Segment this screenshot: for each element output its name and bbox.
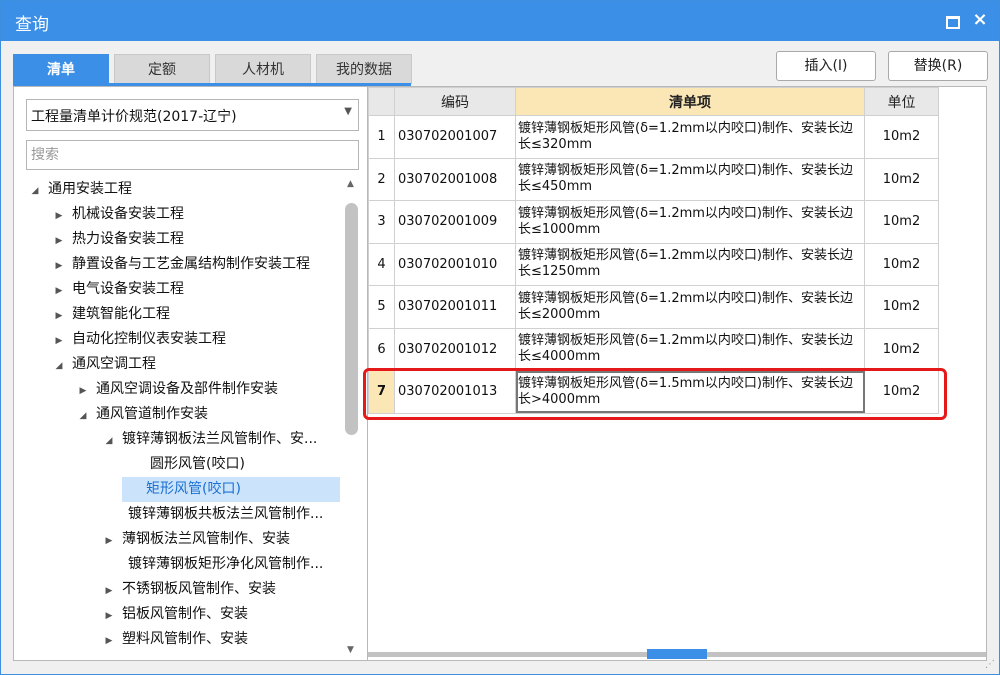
row-unit[interactable]: 10m2 xyxy=(864,115,939,159)
tree-node-plastic-duct[interactable]: ▶ 塑料风管制作、安装 xyxy=(102,627,248,652)
expand-icon[interactable]: ▶ xyxy=(52,254,66,279)
search-field[interactable] xyxy=(26,140,359,170)
tree-scrollbar[interactable]: ▲ ▼ xyxy=(344,177,360,657)
row-description[interactable]: 镀锌薄钢板矩形风管(δ=1.2mm以内咬口)制作、安装长边长≤1250mm xyxy=(515,242,865,286)
tree-node-hvac-equipment[interactable]: ▶ 通风空调设备及部件制作安装 xyxy=(76,377,278,402)
tab-bill[interactable]: 清单 xyxy=(13,54,109,84)
row-description[interactable]: 镀锌薄钢板矩形风管(δ=1.2mm以内咬口)制作、安装长边长≤450mm xyxy=(515,157,865,201)
row-number: 5 xyxy=(368,285,395,329)
tree-node-general-install[interactable]: ◢ 通用安装工程 xyxy=(28,177,132,202)
expand-icon[interactable]: ▶ xyxy=(76,379,90,404)
expand-icon[interactable]: ▶ xyxy=(102,529,116,554)
row-number: 4 xyxy=(368,242,395,286)
window-title: 查询 xyxy=(15,15,49,35)
collapse-icon[interactable]: ◢ xyxy=(102,429,116,454)
row-unit[interactable]: 10m2 xyxy=(864,200,939,244)
row-description[interactable]: 镀锌薄钢板矩形风管(δ=1.2mm以内咬口)制作、安装长边长≤320mm xyxy=(515,115,865,159)
table-row[interactable]: 6 030702001012 镀锌薄钢板矩形风管(δ=1.2mm以内咬口)制作、… xyxy=(368,327,939,371)
tree-node-clean-duct[interactable]: 镀锌薄钢板矩形净化风管制作... xyxy=(122,552,323,577)
row-description[interactable]: 镀锌薄钢板矩形风管(δ=1.2mm以内咬口)制作、安装长边长≤1000mm xyxy=(515,200,865,244)
table-row[interactable]: 5 030702001011 镀锌薄钢板矩形风管(δ=1.2mm以内咬口)制作、… xyxy=(368,285,939,329)
tree-panel: 工程量清单计价规范(2017-辽宁) ▼ ◢通用安装工程 ▶机械设备安装工程 ▶… xyxy=(13,86,368,661)
minimize-icon[interactable] xyxy=(941,9,963,31)
expand-icon[interactable]: ▶ xyxy=(52,304,66,329)
collapse-icon[interactable]: ◢ xyxy=(28,179,42,204)
tree-scroll-thumb[interactable] xyxy=(345,203,358,435)
highlight-annotation xyxy=(363,368,947,420)
expand-icon[interactable]: ▶ xyxy=(52,204,66,229)
tab-quota[interactable]: 定额 xyxy=(114,54,210,84)
spec-select[interactable]: 工程量清单计价规范(2017-辽宁) ▼ xyxy=(26,99,359,131)
tree-node-rect-duct[interactable]: 矩形风管(咬口) xyxy=(122,477,340,502)
row-unit[interactable]: 10m2 xyxy=(864,285,939,329)
row-code[interactable]: 030702001011 xyxy=(394,285,516,329)
collapse-icon[interactable]: ◢ xyxy=(76,404,90,429)
tab-my-data[interactable]: 我的数据 xyxy=(316,54,412,84)
expand-icon[interactable]: ▶ xyxy=(52,279,66,304)
table-row[interactable]: 3 030702001009 镀锌薄钢板矩形风管(δ=1.2mm以内咬口)制作、… xyxy=(368,200,939,244)
tree-node-static-equipment[interactable]: ▶ 静置设备与工艺金属结构制作安装工程 xyxy=(52,252,310,277)
row-code[interactable]: 030702001010 xyxy=(394,242,516,286)
row-code[interactable]: 030702001007 xyxy=(394,115,516,159)
tree-node-thermal[interactable]: ▶ 热力设备安装工程 xyxy=(52,227,184,252)
row-code[interactable]: 030702001009 xyxy=(394,200,516,244)
search-input[interactable] xyxy=(27,141,358,169)
insert-button[interactable]: 插入(I) xyxy=(776,51,876,81)
collapse-icon[interactable]: ◢ xyxy=(52,354,66,379)
header-item[interactable]: 清单项 xyxy=(515,87,865,116)
replace-button[interactable]: 替换(R) xyxy=(888,51,988,81)
tree-node-hvac[interactable]: ◢ 通风空调工程 xyxy=(52,352,156,377)
chevron-down-icon: ▼ xyxy=(344,106,352,117)
header-rownum xyxy=(368,87,395,116)
tree-node-stainless-duct[interactable]: ▶ 不锈钢板风管制作、安装 xyxy=(102,577,276,602)
title-bar[interactable]: 查询 × xyxy=(1,1,999,41)
table-row[interactable]: 2 030702001008 镀锌薄钢板矩形风管(δ=1.2mm以内咬口)制作、… xyxy=(368,157,939,201)
row-description[interactable]: 镀锌薄钢板矩形风管(δ=1.2mm以内咬口)制作、安装长边长≤2000mm xyxy=(515,285,865,329)
resize-grip-icon[interactable]: ⋰ xyxy=(985,659,995,670)
query-dialog: 查询 × 清单 定额 人材机 我的数据 插入(I) 替换(R) 工程量清单计价规… xyxy=(0,0,1000,675)
category-tree: ◢ 通用安装工程 ▶ 机械设备安装工程 ▶ 热力设备安装工程 ▶ 静置设备与工艺金属结构… xyxy=(14,177,344,662)
expand-icon[interactable]: ▶ xyxy=(102,604,116,629)
tree-node-round-duct[interactable]: 圆形风管(咬口) xyxy=(146,452,249,477)
spec-select-value: 工程量清单计价规范(2017-辽宁) xyxy=(31,109,237,125)
scroll-up-icon[interactable]: ▲ xyxy=(347,179,354,189)
tree-node-mechanical[interactable]: ▶ 机械设备安装工程 xyxy=(52,202,184,227)
header-unit[interactable]: 单位 xyxy=(864,87,939,116)
tree-node-thin-steel-flange-duct[interactable]: ▶ 薄钢板法兰风管制作、安装 xyxy=(102,527,290,552)
row-unit[interactable]: 10m2 xyxy=(864,242,939,286)
row-code[interactable]: 030702001008 xyxy=(394,157,516,201)
tree-node-common-flange-duct[interactable]: 镀锌薄钢板共板法兰风管制作... xyxy=(122,502,323,527)
tree-node-electrical[interactable]: ▶ 电气设备安装工程 xyxy=(52,277,184,302)
scroll-down-icon[interactable]: ▼ xyxy=(347,645,354,655)
row-number: 3 xyxy=(368,200,395,244)
row-number: 6 xyxy=(368,327,395,371)
row-code[interactable]: 030702001012 xyxy=(394,327,516,371)
tree-node-duct-install[interactable]: ◢ 通风管道制作安装 xyxy=(76,402,208,427)
panel-collapse-handle[interactable] xyxy=(647,649,707,659)
tree-node-galvanized-flange-duct[interactable]: ◢ 镀锌薄钢板法兰风管制作、安... xyxy=(102,427,318,454)
row-number: 2 xyxy=(368,157,395,201)
row-number: 1 xyxy=(368,115,395,159)
tab-labor-material[interactable]: 人材机 xyxy=(215,54,311,84)
table-row[interactable]: 1 030702001007 镀锌薄钢板矩形风管(δ=1.2mm以内咬口)制作、… xyxy=(368,115,939,159)
header-code[interactable]: 编码 xyxy=(394,87,516,116)
expand-icon[interactable]: ▶ xyxy=(52,329,66,354)
expand-icon[interactable]: ▶ xyxy=(102,579,116,604)
tree-node-instrumentation[interactable]: ▶ 自动化控制仪表安装工程 xyxy=(52,327,226,352)
expand-icon[interactable]: ▶ xyxy=(102,629,116,654)
expand-icon[interactable]: ▶ xyxy=(52,229,66,254)
tree-node-aluminum-duct[interactable]: ▶ 铝板风管制作、安装 xyxy=(102,602,248,627)
tree-node-intelligent[interactable]: ▶ 建筑智能化工程 xyxy=(52,302,170,327)
row-description[interactable]: 镀锌薄钢板矩形风管(δ=1.2mm以内咬口)制作、安装长边长≤4000mm xyxy=(515,327,865,371)
row-unit[interactable]: 10m2 xyxy=(864,157,939,201)
table-row[interactable]: 4 030702001010 镀锌薄钢板矩形风管(δ=1.2mm以内咬口)制作、… xyxy=(368,242,939,286)
table-header-row: 编码 清单项 单位 xyxy=(368,87,939,116)
row-unit[interactable]: 10m2 xyxy=(864,327,939,371)
results-table: 编码 清单项 单位 1 030702001007 镀锌薄钢板矩形风管(δ=1.2… xyxy=(368,87,939,414)
close-icon[interactable]: × xyxy=(969,9,991,31)
